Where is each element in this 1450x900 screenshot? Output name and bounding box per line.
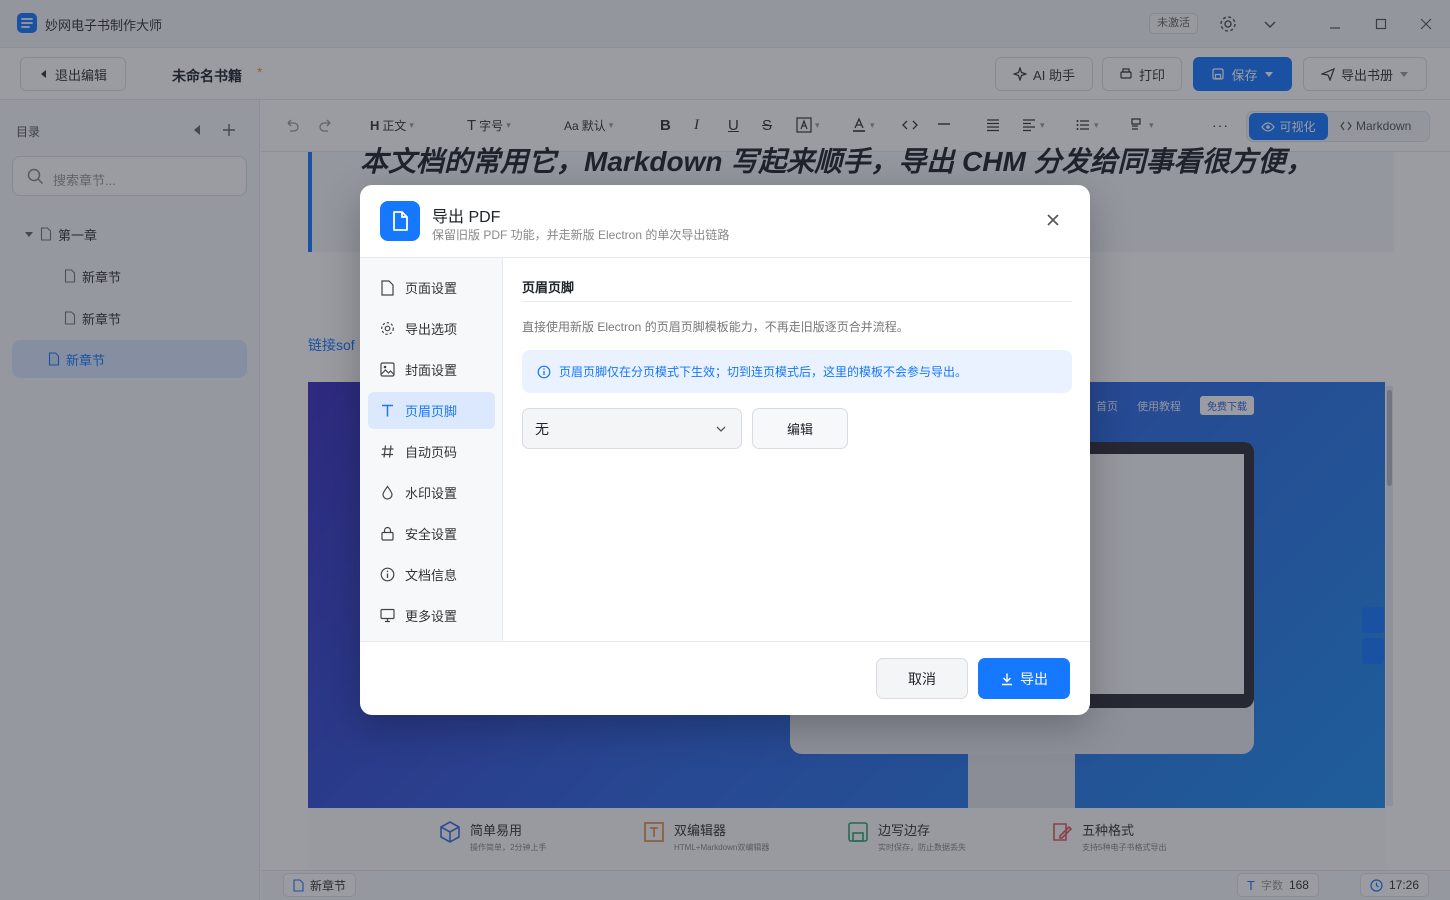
nav-auto-page-number[interactable]: 自动页码 [368,433,495,470]
section-description: 直接使用新版 Electron 的页眉页脚模板能力，不再走旧版逐页合并流程。 [522,320,909,334]
nav-document-info[interactable]: 文档信息 [368,556,495,593]
nav-page-settings[interactable]: 页面设置 [368,269,495,306]
cancel-button[interactable]: 取消 [876,658,968,699]
nav-watermark[interactable]: 水印设置 [368,474,495,511]
export-label: 导出 [1020,670,1048,687]
header-footer-template-select[interactable]: 无 [522,408,742,449]
info-circle-icon [537,365,551,379]
text-icon [380,403,395,418]
lock-icon [380,526,395,541]
dialog-subtitle: 保留旧版 PDF 功能，并走新版 Electron 的单次导出链路 [432,228,730,242]
nav-label: 安全设置 [405,527,458,542]
nav-more-settings[interactable]: 更多设置 [368,597,495,634]
dialog-title: 导出 PDF [432,209,501,226]
download-icon [1000,672,1014,686]
edit-template-button[interactable]: 编辑 [752,408,848,449]
export-button[interactable]: 导出 [978,658,1070,699]
nav-cover-settings[interactable]: 封面设置 [368,351,495,388]
nav-label: 导出选项 [405,322,458,337]
info-notice: 页眉页脚仅在分页模式下生效；切到连页模式后，这里的模板不会参与导出。 [522,350,1072,393]
pdf-file-icon [380,201,420,241]
nav-label: 文档信息 [405,568,458,583]
droplet-icon [380,485,395,500]
section-title: 页眉页脚 [522,280,575,295]
gear-icon [380,321,395,336]
nav-label: 封面设置 [405,363,458,378]
file-icon [380,279,395,296]
template-selected-value: 无 [535,420,549,437]
chevron-down-icon [715,423,727,435]
monitor-icon [380,608,395,623]
nav-label: 页面设置 [405,281,458,296]
nav-export-options[interactable]: 导出选项 [368,310,495,347]
nav-label: 自动页码 [405,445,458,460]
nav-label: 页眉页脚 [405,404,458,419]
close-icon[interactable] [1044,211,1062,229]
image-icon [380,362,395,377]
nav-security[interactable]: 安全设置 [368,515,495,552]
nav-label: 更多设置 [405,609,458,624]
nav-label: 水印设置 [405,486,458,501]
export-pdf-dialog: 导出 PDF 保留旧版 PDF 功能，并走新版 Electron 的单次导出链路… [360,185,1090,715]
nav-header-footer[interactable]: 页眉页脚 [368,392,495,429]
info-icon [380,567,395,582]
notice-text: 页眉页脚仅在分页模式下生效；切到连页模式后，这里的模板不会参与导出。 [559,365,968,379]
section-divider [522,301,1072,302]
hash-icon [380,444,395,459]
